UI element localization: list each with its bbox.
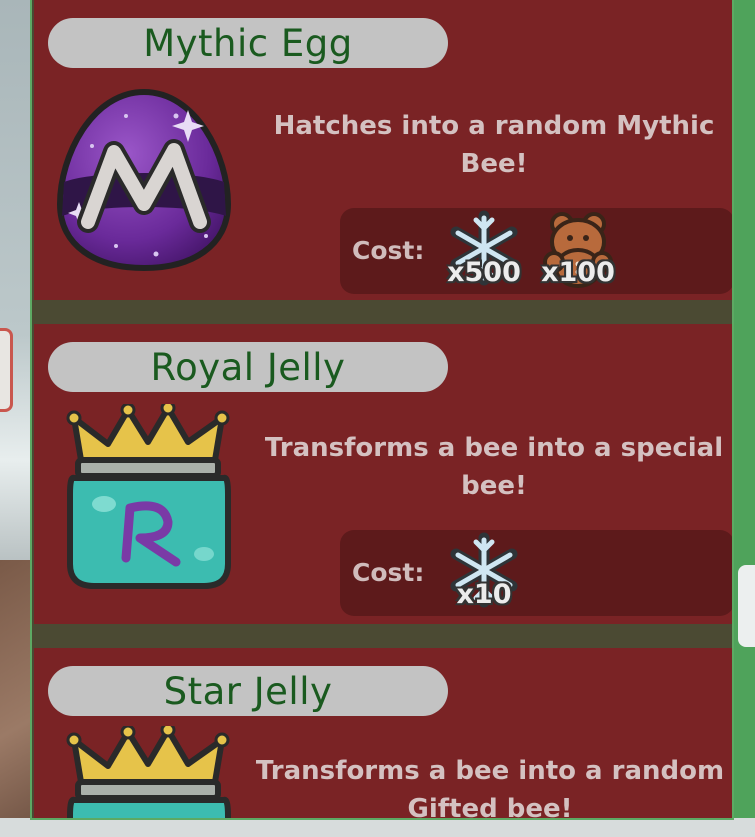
- item-description-line-2: Gifted bee!: [407, 794, 573, 820]
- cost-label: Cost:: [352, 236, 425, 265]
- background-scene-bottom: [0, 818, 755, 837]
- shop-item-list[interactable]: Mythic Egg Hatches into a random Mythic …: [30, 0, 734, 820]
- cost-quantity: x500: [447, 257, 521, 288]
- item-title: Royal Jelly: [48, 342, 448, 392]
- item-title: Star Jelly: [48, 666, 448, 716]
- star-jelly-icon: [64, 726, 234, 818]
- shop-item-card-star-jelly[interactable]: Star Jelly Transforms a bee into a rando…: [34, 648, 732, 820]
- cost-snowflake: x500: [442, 210, 526, 292]
- panel-scrollbar-track: [732, 0, 755, 837]
- item-description-line-1: Transforms a bee into a special: [264, 433, 724, 463]
- cost-label: Cost:: [352, 558, 425, 587]
- cost-quantity: x100: [541, 257, 615, 288]
- item-description-line-1: Transforms a bee into a random: [255, 756, 725, 786]
- cost-snowflake: x10: [442, 532, 526, 614]
- cost-box[interactable]: Cost: x500 x100: [340, 208, 732, 294]
- cost-quantity: x10: [456, 579, 512, 610]
- cost-gingerbread: x100: [536, 210, 620, 292]
- mythic-egg-icon: [56, 86, 232, 272]
- item-description: Transforms a bee into a random Gifted be…: [250, 752, 730, 820]
- royal-jelly-icon: [64, 404, 234, 594]
- item-description: Hatches into a random Mythic Bee!: [254, 107, 732, 183]
- side-tab-button[interactable]: [0, 328, 13, 412]
- item-title: Mythic Egg: [48, 18, 448, 68]
- item-description-line-2: Bee!: [460, 149, 528, 179]
- background-floor: [0, 560, 34, 837]
- shop-item-card-royal-jelly[interactable]: Royal Jelly Transforms a bee into a spec…: [34, 324, 732, 624]
- cost-box[interactable]: Cost: x10: [340, 530, 732, 616]
- shop-item-card-mythic-egg[interactable]: Mythic Egg Hatches into a random Mythic …: [34, 0, 732, 300]
- item-description-line-2: bee!: [461, 471, 527, 501]
- item-description-line-1: Hatches into a random Mythic: [273, 111, 715, 141]
- panel-scrollbar-thumb[interactable]: [738, 565, 755, 647]
- item-description: Transforms a bee into a special bee!: [254, 429, 732, 505]
